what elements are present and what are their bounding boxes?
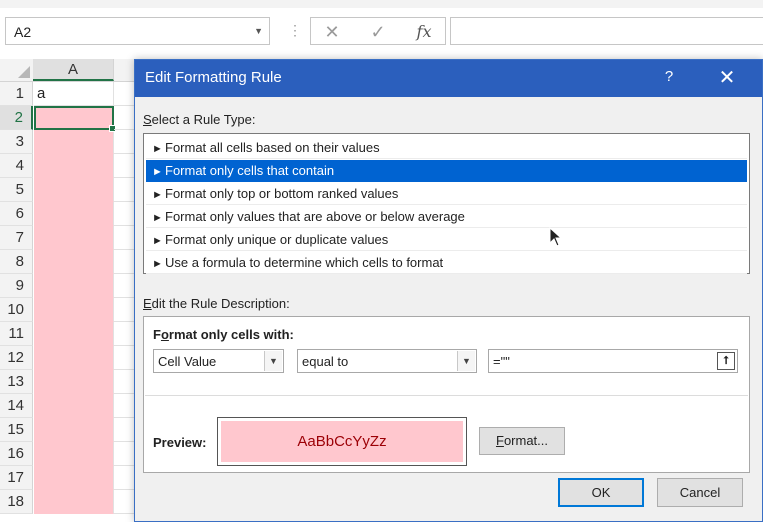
- format-button[interactable]: Format...: [479, 427, 565, 455]
- chevron-down-icon[interactable]: ▼: [254, 26, 263, 36]
- cell-a4[interactable]: [34, 154, 114, 178]
- cell-a18[interactable]: [34, 490, 114, 514]
- bullet-arrow-icon: ►: [152, 189, 163, 201]
- condition-field-value: Cell Value: [158, 354, 217, 369]
- dialog-titlebar[interactable]: Edit Formatting Rule ? ✕: [135, 60, 762, 97]
- row-header-6[interactable]: 6: [0, 202, 33, 226]
- bullet-arrow-icon: ►: [152, 166, 163, 178]
- rule-type-item[interactable]: ► Use a formula to determine which cells …: [146, 252, 747, 274]
- rule-type-label: Format only top or bottom ranked values: [165, 186, 399, 201]
- cell-a16[interactable]: [34, 442, 114, 466]
- bullet-arrow-icon: ►: [152, 212, 163, 224]
- preview-label: Preview:: [153, 435, 207, 450]
- cell-a12[interactable]: [34, 346, 114, 370]
- rule-type-item[interactable]: ► Format only top or bottom ranked values: [146, 183, 747, 205]
- row-header-12[interactable]: 12: [0, 346, 33, 370]
- column-header-a[interactable]: A: [33, 59, 114, 81]
- operator-select[interactable]: equal to ▼: [297, 349, 477, 373]
- row-header-16[interactable]: 16: [0, 442, 33, 466]
- rule-description-panel: Format only cells with: Cell Value ▼ equ…: [143, 316, 750, 473]
- row-header-4[interactable]: 4: [0, 154, 33, 178]
- cell-a8[interactable]: [34, 250, 114, 274]
- bullet-arrow-icon: ►: [152, 235, 163, 247]
- rule-type-item[interactable]: ► Format all cells based on their values: [146, 137, 747, 159]
- divider: [145, 395, 748, 396]
- row-header-5[interactable]: 5: [0, 178, 33, 202]
- format-only-cells-heading: Format only cells with:: [153, 327, 294, 342]
- rule-type-item[interactable]: ► Format only cells that contain: [146, 160, 747, 182]
- ok-button[interactable]: OK: [558, 478, 644, 507]
- cell-a15[interactable]: [34, 418, 114, 442]
- cancel-entry-icon[interactable]: ✕: [317, 21, 347, 43]
- chevron-down-icon[interactable]: ▼: [457, 351, 475, 371]
- help-button[interactable]: ?: [657, 68, 681, 90]
- rule-type-label: Select a Rule Type:: [143, 112, 256, 127]
- rule-type-item[interactable]: ► Format only values that are above or be…: [146, 206, 747, 228]
- preview-box: AaBbCcYyZz: [217, 417, 467, 466]
- preview-sample-text: AaBbCcYyZz: [221, 421, 463, 462]
- bullet-arrow-icon: ►: [152, 258, 163, 270]
- formula-input[interactable]: [450, 17, 763, 45]
- cell-a1[interactable]: a: [34, 82, 114, 106]
- criteria-value: ="": [493, 354, 510, 369]
- row-header-11[interactable]: 11: [0, 322, 33, 346]
- cell-a17[interactable]: [34, 466, 114, 490]
- rule-type-label: Format only unique or duplicate values: [165, 232, 389, 247]
- edit-formatting-rule-dialog: Edit Formatting Rule ? ✕ Select a Rule T…: [134, 59, 763, 522]
- condition-field-select[interactable]: Cell Value ▼: [153, 349, 284, 373]
- row-header-15[interactable]: 15: [0, 418, 33, 442]
- row-headers: 1 2 3 4 5 6 7 8 9 10 11 12 13 14 15 16 17 18: [0, 82, 33, 514]
- rule-type-label: Format all cells based on their values: [165, 140, 380, 155]
- formula-bar-grip-icon[interactable]: ⋮: [288, 22, 302, 39]
- enter-entry-icon[interactable]: ✓: [363, 21, 393, 43]
- cancel-button[interactable]: Cancel: [657, 478, 743, 507]
- rule-type-item[interactable]: ► Format only unique or duplicate values: [146, 229, 747, 251]
- cell-a13[interactable]: [34, 370, 114, 394]
- criteria-value-input[interactable]: ="" ⭡: [488, 349, 738, 373]
- collapse-dialog-icon[interactable]: ⭡: [717, 352, 735, 370]
- row-header-14[interactable]: 14: [0, 394, 33, 418]
- cell-a5[interactable]: [34, 178, 114, 202]
- mouse-pointer-icon: [549, 227, 563, 247]
- chevron-down-icon[interactable]: ▼: [264, 351, 282, 371]
- row-header-3[interactable]: 3: [0, 130, 33, 154]
- name-box-value: A2: [14, 24, 32, 40]
- insert-function-icon[interactable]: fx: [409, 21, 439, 43]
- dialog-title: Edit Formatting Rule: [145, 69, 282, 86]
- formula-bar-buttons: ✕ ✓ fx: [310, 17, 446, 45]
- bullet-arrow-icon: ►: [152, 143, 163, 155]
- rule-description-label: Edit the Rule Description:: [143, 296, 290, 311]
- cell-a6[interactable]: [34, 202, 114, 226]
- close-button[interactable]: ✕: [712, 65, 742, 91]
- rule-type-label: Use a formula to determine which cells t…: [165, 255, 444, 270]
- rule-type-label: Format only cells that contain: [165, 163, 335, 178]
- cell-a3[interactable]: [34, 130, 114, 154]
- row-header-13[interactable]: 13: [0, 370, 33, 394]
- row-header-8[interactable]: 8: [0, 250, 33, 274]
- row-header-10[interactable]: 10: [0, 298, 33, 322]
- rule-type-list[interactable]: ► Format all cells based on their values ►…: [143, 133, 750, 274]
- rule-type-label: Format only values that are above or bel…: [165, 209, 465, 224]
- name-box[interactable]: A2 ▼: [5, 17, 270, 45]
- operator-value: equal to: [302, 354, 349, 369]
- row-header-2[interactable]: 2: [0, 106, 33, 130]
- cell-a11[interactable]: [34, 322, 114, 346]
- row-header-1[interactable]: 1: [0, 82, 33, 106]
- cell-a14[interactable]: [34, 394, 114, 418]
- cell-a10[interactable]: [34, 298, 114, 322]
- row-header-17[interactable]: 17: [0, 466, 33, 490]
- top-strip: [0, 0, 763, 8]
- cell-a9[interactable]: [34, 274, 114, 298]
- row-header-18[interactable]: 18: [0, 490, 33, 514]
- active-cell-a2[interactable]: [34, 106, 116, 132]
- row-header-9[interactable]: 9: [0, 274, 33, 298]
- cell-a7[interactable]: [34, 226, 114, 250]
- row-header-7[interactable]: 7: [0, 226, 33, 250]
- select-all-button[interactable]: [0, 59, 34, 81]
